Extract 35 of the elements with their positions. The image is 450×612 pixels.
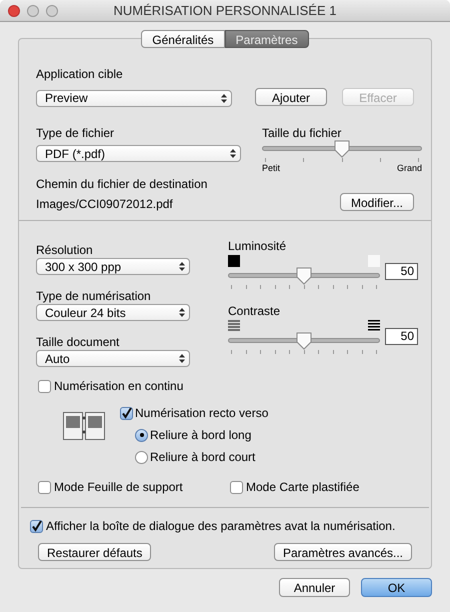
min-label: Petit bbox=[262, 163, 280, 173]
field-label: Taille du fichier bbox=[262, 125, 342, 140]
value-field[interactable]: 50 bbox=[385, 263, 418, 280]
ok-button[interactable]: OK bbox=[361, 578, 432, 597]
radio-label: Reliure à bord court bbox=[150, 449, 256, 466]
field-label: Application cible bbox=[36, 66, 124, 81]
dropdown[interactable]: Couleur 24 bits bbox=[36, 304, 190, 321]
push-button[interactable]: Restaurer défauts bbox=[38, 543, 152, 561]
checkbox-label: Mode Feuille de support bbox=[54, 479, 183, 496]
file-path: Images/CCI09072012.pdf bbox=[36, 196, 174, 211]
checkbox-label: Numérisation en continu bbox=[54, 378, 184, 395]
push-button[interactable]: Paramètres avancés... bbox=[274, 543, 412, 561]
checkbox-label: Numérisation recto verso bbox=[135, 405, 268, 422]
tab[interactable]: Généralités bbox=[141, 30, 225, 48]
dropdown[interactable]: Preview bbox=[36, 90, 232, 106]
field-label: Taille document bbox=[36, 334, 120, 349]
field-label: Contraste bbox=[228, 303, 282, 318]
field-label: Résolution bbox=[36, 242, 94, 257]
window-title: NUMÉRISATION PERSONNALISÉE 1 bbox=[114, 2, 336, 20]
dropdown[interactable]: 300 x 300 ppp bbox=[36, 258, 190, 275]
push-button[interactable]: Ajouter bbox=[255, 88, 327, 106]
dropdown[interactable]: Auto bbox=[36, 350, 190, 367]
push-button[interactable]: Modifier... bbox=[340, 193, 414, 211]
value-field[interactable]: 50 bbox=[385, 328, 418, 345]
push-button[interactable]: Annuler bbox=[279, 578, 350, 597]
dropdown[interactable]: PDF (*.pdf) bbox=[36, 145, 241, 162]
checkbox-label: Afficher la boîte de dialogue des paramètres avat la numérisation. bbox=[46, 518, 396, 535]
field-label: Type de numérisation bbox=[36, 288, 152, 303]
tab[interactable]: Paramètres bbox=[224, 30, 309, 48]
field-label: Luminosité bbox=[228, 238, 288, 253]
checkbox-label: Mode Carte plastifiée bbox=[246, 479, 360, 496]
field-label: Type de fichier bbox=[36, 125, 116, 140]
radio-label: Reliure à bord long bbox=[150, 427, 252, 444]
field-label: Chemin du fichier de destination bbox=[36, 176, 208, 191]
max-label: Grand bbox=[396, 163, 422, 173]
